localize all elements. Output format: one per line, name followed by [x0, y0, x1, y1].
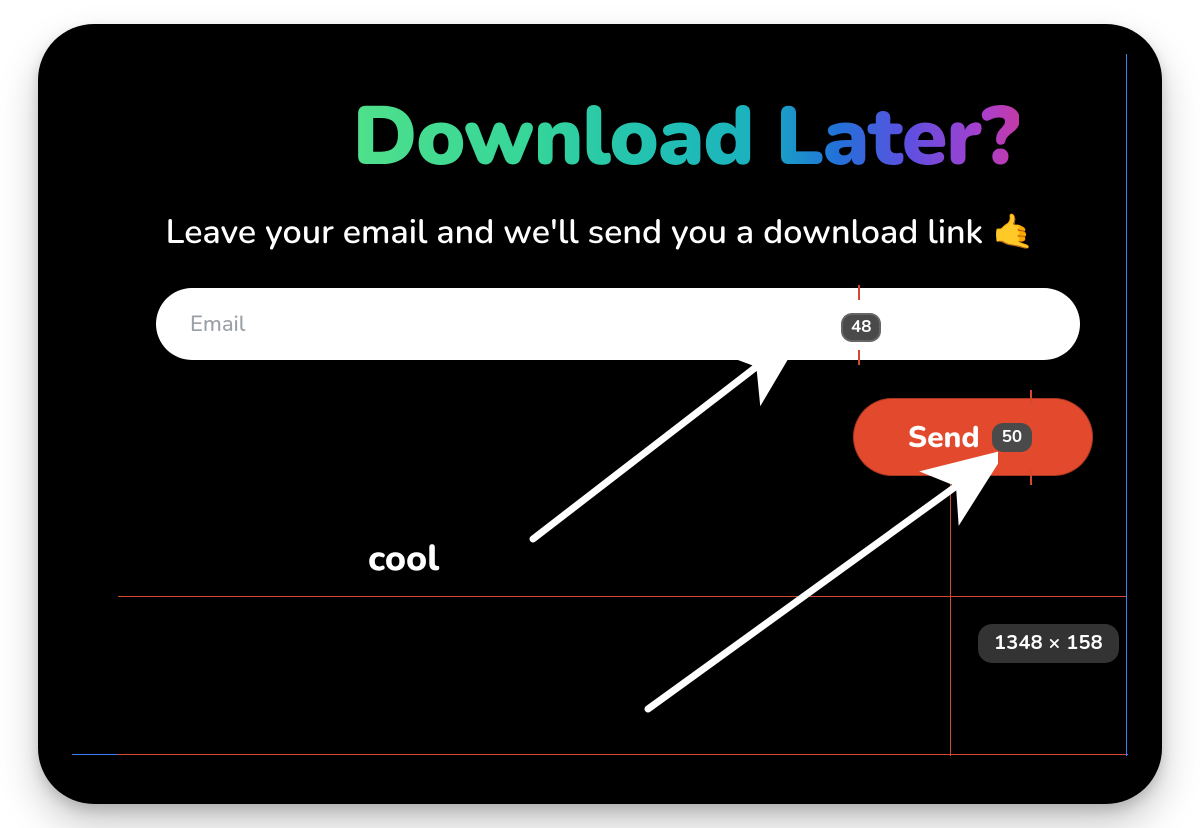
- measure-tick: [1030, 470, 1032, 485]
- measure-tick: [858, 350, 860, 365]
- subtitle: Leave your email and we'll send you a do…: [38, 210, 1162, 256]
- selection-size-badge: 1348 × 158: [978, 624, 1119, 663]
- design-canvas: Download Later? Leave your email and we'…: [38, 24, 1162, 804]
- send-button-label: Send: [908, 417, 980, 458]
- annotation-arrow-icon: [628, 444, 998, 724]
- size-badge-input-height: 48: [841, 313, 881, 342]
- guide-red-vertical: [950, 474, 951, 756]
- guide-red-horizontal: [118, 596, 1126, 597]
- heading-word-download: Download: [353, 81, 754, 193]
- measure-tick: [858, 285, 860, 300]
- annotation-text: cool: [368, 534, 439, 583]
- heading: Download Later?: [38, 96, 1104, 178]
- guide-red-horizontal: [118, 754, 1126, 755]
- email-input[interactable]: [156, 288, 1080, 360]
- send-button[interactable]: Send 50: [853, 398, 1093, 476]
- heading-word-later: Later?: [776, 81, 1019, 193]
- size-badge-button-height: 50: [992, 423, 1032, 452]
- measure-tick: [1030, 390, 1032, 405]
- guide-blue-vertical: [1126, 54, 1127, 756]
